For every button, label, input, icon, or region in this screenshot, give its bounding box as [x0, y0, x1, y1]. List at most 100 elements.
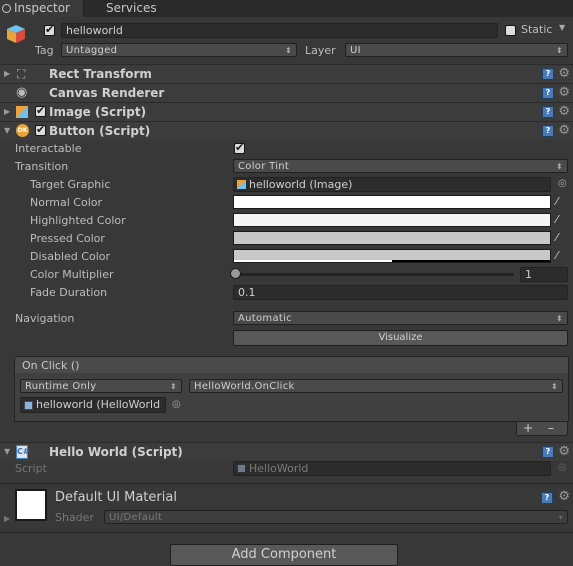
- function-value: HelloWorld.OnClick: [194, 381, 295, 392]
- button-ok-icon: OK: [16, 124, 29, 137]
- highlighted-color-field[interactable]: [233, 213, 551, 227]
- navigation-label: Navigation: [15, 312, 75, 325]
- gear-icon[interactable]: ⚙: [558, 104, 570, 119]
- object-picker-icon: ◎: [558, 462, 567, 473]
- button-enabled-checkbox[interactable]: [35, 123, 46, 136]
- chevron-down-icon: ▾: [558, 513, 563, 522]
- chevron-updown-icon: ⬍: [169, 382, 177, 391]
- fade-duration-field[interactable]: 0.1: [233, 285, 568, 300]
- color-multiplier-slider-track[interactable]: [236, 273, 514, 276]
- active-checkbox[interactable]: [44, 23, 55, 36]
- shader-label: Shader: [55, 511, 94, 524]
- tab-inspector[interactable]: Inspector: [0, 0, 84, 17]
- hello-world-script-header[interactable]: ▼ C# Hello World (Script) ? ⚙: [0, 442, 573, 461]
- chevron-updown-icon: ⬍: [284, 46, 292, 55]
- script-value: HelloWorld: [249, 462, 309, 475]
- material-preview: [15, 489, 47, 521]
- help-icon[interactable]: ?: [542, 87, 554, 99]
- normal-color-label: Normal Color: [30, 196, 103, 209]
- foldout-expanded-icon[interactable]: ▼: [4, 447, 10, 456]
- eyedropper-icon[interactable]: ⁄: [556, 249, 558, 262]
- help-icon[interactable]: ?: [542, 106, 554, 118]
- runtime-dropdown[interactable]: Runtime Only ⬍: [20, 379, 182, 393]
- add-event-button[interactable]: +: [523, 421, 533, 435]
- navigation-value: Automatic: [238, 313, 292, 324]
- navigation-dropdown[interactable]: Automatic ⬍: [233, 311, 568, 325]
- chevron-updown-icon: ⬍: [550, 382, 558, 391]
- eyedropper-icon[interactable]: ⁄: [556, 231, 558, 244]
- disabled-color-field[interactable]: [233, 249, 551, 263]
- onclick-object-field[interactable]: helloworld (HelloWorld: [20, 397, 166, 413]
- image-script-header[interactable]: ▶ Image (Script) ? ⚙: [0, 102, 573, 121]
- rect-transform-icon: ⛶: [17, 67, 26, 81]
- gear-icon[interactable]: ⚙: [558, 85, 570, 100]
- gameobject-cube-icon: [6, 24, 26, 44]
- script-label: Script: [15, 462, 47, 475]
- eyedropper-icon[interactable]: ⁄: [556, 213, 558, 226]
- foldout-expanded-icon[interactable]: ▼: [4, 126, 10, 135]
- script-icon: [24, 401, 33, 410]
- transition-value: Color Tint: [238, 161, 290, 172]
- help-icon[interactable]: ?: [542, 68, 554, 80]
- canvas-renderer-header[interactable]: ◉ Canvas Renderer ? ⚙: [0, 83, 573, 102]
- runtime-value: Runtime Only: [25, 381, 97, 392]
- layer-label: Layer: [305, 44, 336, 57]
- color-multiplier-slider-handle[interactable]: [230, 268, 241, 279]
- function-dropdown[interactable]: HelloWorld.OnClick ⬍: [189, 379, 563, 393]
- image-icon: [16, 106, 28, 118]
- material-name: Default UI Material: [55, 490, 177, 505]
- help-icon[interactable]: ?: [542, 125, 554, 137]
- remove-event-button[interactable]: –: [548, 421, 554, 435]
- object-name-field[interactable]: helloworld: [61, 23, 498, 38]
- pressed-color-field[interactable]: [233, 231, 551, 245]
- interactable-label: Interactable: [15, 142, 82, 155]
- component-title: Image (Script): [49, 105, 147, 119]
- foldout-collapsed-icon[interactable]: ▶: [4, 107, 10, 116]
- component-title: Hello World (Script): [49, 445, 183, 459]
- eye-icon: ◉: [16, 85, 28, 100]
- object-picker-icon[interactable]: ◎: [172, 399, 181, 410]
- chevron-updown-icon: ⬍: [555, 314, 563, 323]
- normal-color-field[interactable]: [233, 195, 551, 209]
- tab-services[interactable]: Services: [106, 0, 166, 17]
- color-multiplier-field[interactable]: 1: [520, 267, 568, 282]
- layer-dropdown[interactable]: UI ⬍: [345, 43, 568, 57]
- tab-inspector-label: Inspector: [14, 1, 70, 15]
- component-title: Rect Transform: [49, 67, 152, 81]
- image-enabled-checkbox[interactable]: [35, 104, 46, 117]
- pressed-color-label: Pressed Color: [30, 232, 105, 245]
- transition-dropdown[interactable]: Color Tint ⬍: [233, 159, 568, 173]
- static-checkbox[interactable]: [505, 25, 516, 36]
- script-field: HelloWorld: [233, 461, 551, 476]
- foldout-collapsed-icon[interactable]: ▶: [4, 514, 10, 523]
- disabled-color-label: Disabled Color: [30, 250, 111, 263]
- chevron-updown-icon: ⬍: [555, 46, 563, 55]
- button-script-header[interactable]: ▼ OK Button (Script) ? ⚙: [0, 121, 573, 140]
- chevron-updown-icon: ⬍: [555, 162, 563, 171]
- help-icon[interactable]: ?: [541, 492, 553, 504]
- csharp-script-icon: C#: [16, 445, 30, 459]
- gear-icon[interactable]: ⚙: [558, 444, 570, 459]
- add-component-button[interactable]: Add Component: [170, 544, 398, 566]
- script-icon: [237, 464, 246, 473]
- separator: [0, 483, 573, 484]
- foldout-collapsed-icon[interactable]: ▶: [4, 69, 10, 78]
- onclick-object-value: helloworld (HelloWorld: [36, 398, 161, 411]
- image-icon: [237, 180, 246, 189]
- interactable-checkbox[interactable]: [234, 141, 245, 154]
- help-icon[interactable]: ?: [542, 446, 554, 458]
- static-dropdown-icon[interactable]: ▼: [559, 23, 565, 32]
- highlighted-color-label: Highlighted Color: [30, 214, 126, 227]
- object-picker-icon[interactable]: ◎: [558, 178, 567, 189]
- visualize-button[interactable]: Visualize: [233, 330, 568, 346]
- eyedropper-icon[interactable]: ⁄: [556, 195, 558, 208]
- gear-icon[interactable]: ⚙: [558, 66, 570, 81]
- rect-transform-header[interactable]: ▶ ⛶ Rect Transform ? ⚙: [0, 64, 573, 83]
- tag-dropdown[interactable]: Untagged ⬍: [61, 43, 297, 57]
- fade-duration-label: Fade Duration: [30, 286, 108, 299]
- gear-icon[interactable]: ⚙: [558, 123, 570, 138]
- gear-icon[interactable]: ⚙: [558, 489, 570, 504]
- target-graphic-value: helloworld (Image): [249, 178, 353, 191]
- target-graphic-field[interactable]: helloworld (Image): [233, 177, 551, 192]
- shader-dropdown: UI/Default ▾: [104, 510, 568, 524]
